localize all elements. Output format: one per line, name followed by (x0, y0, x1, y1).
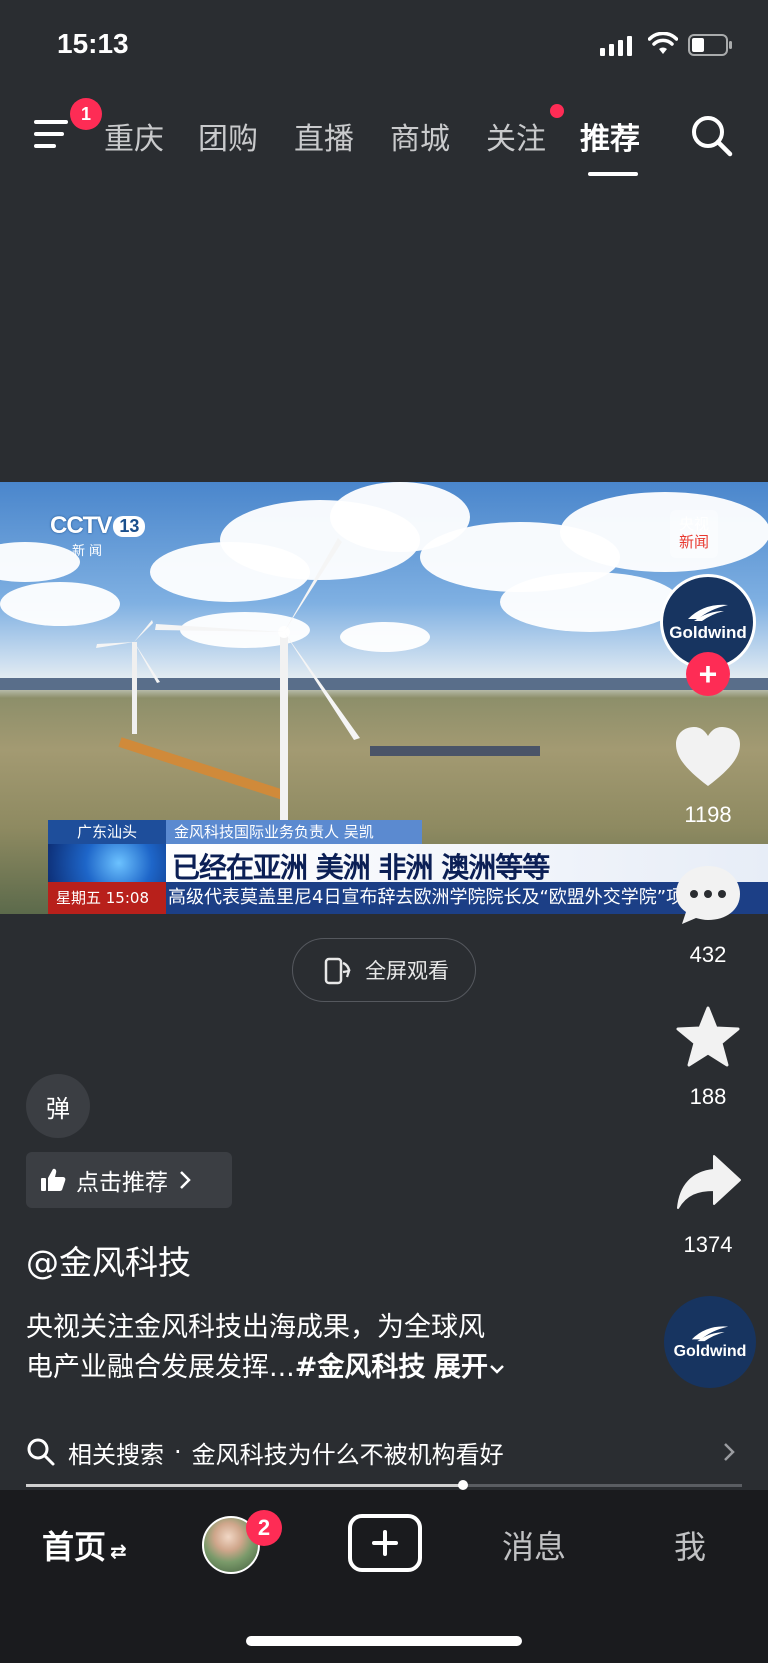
channel-number: 13 (113, 515, 146, 537)
following-dot (550, 104, 564, 118)
create-button[interactable] (348, 1514, 422, 1572)
tab-home-label: 首页 (42, 1528, 107, 1566)
danmu-label: 弹 (46, 1094, 70, 1123)
menu-badge: 1 (70, 98, 102, 130)
video-description[interactable]: 央视关注金风科技出海成果，为全球风 电产业融合发展发挥...#金风科技 展开 (26, 1308, 586, 1388)
switch-arrows-icon: ⇄ (110, 1539, 127, 1563)
news-badge-bottom: 新闻 (678, 533, 709, 551)
tab-messages[interactable]: 消息 (502, 1522, 566, 1568)
expand-link[interactable]: 展开 (434, 1352, 488, 1383)
like-heart-icon[interactable] (674, 726, 742, 788)
related-search-query: 金风科技为什么不被机构看好 (191, 1440, 504, 1469)
favorite-star-icon[interactable] (676, 1006, 740, 1068)
goldwind-logo-icon (688, 604, 728, 621)
channel-logo-text: CCTV (50, 512, 112, 539)
cctv-news-badge: 央视 新闻 (670, 510, 718, 558)
related-search-bar[interactable]: 相关搜索 · 金风科技为什么不被机构看好 (26, 1430, 742, 1474)
plus-icon (372, 1530, 398, 1556)
caption-speaker: 金风科技国际业务负责人 吴凯 (166, 820, 422, 844)
avatar-text: Goldwind (669, 623, 747, 642)
danmu-toggle-button[interactable]: 弹 (26, 1074, 90, 1138)
tab-chongqing[interactable]: 重庆 (104, 114, 164, 158)
description-line-1: 央视关注金风科技出海成果，为全球风 (26, 1312, 485, 1343)
channel-subtitle: 新闻 (72, 544, 107, 559)
friends-badge: 2 (246, 1510, 282, 1546)
wifi-icon (648, 32, 678, 54)
share-arrow-icon[interactable] (676, 1154, 742, 1212)
video-progress-fill (26, 1484, 463, 1487)
video-player[interactable]: CCTV 13 新闻 央视 新闻 广东汕头 金风科技国际业务负责人 吴凯 已经在… (0, 482, 768, 914)
comment-count: 432 (689, 942, 727, 967)
author-name-link[interactable]: @金风科技 (26, 1236, 191, 1284)
tab-home[interactable]: 首页 ⇄ (42, 1522, 127, 1568)
battery-icon (688, 34, 732, 56)
follow-plus-button[interactable]: + (686, 652, 730, 696)
disc-text: Goldwind (673, 1343, 747, 1360)
active-tab-indicator (588, 172, 638, 176)
description-line-2: 电产业融合发展发挥...#金风科技 展开 (26, 1348, 586, 1388)
tab-following[interactable]: 关注 (486, 114, 546, 158)
description-text: 电产业融合发展发挥... (26, 1352, 295, 1383)
share-count: 1374 (683, 1232, 733, 1257)
caption-weekday-time: 星期五 15:08 (48, 882, 166, 914)
tab-live[interactable]: 直播 (294, 114, 354, 158)
fullscreen-button[interactable]: 全屏观看 (292, 938, 476, 1002)
caption-location: 广东汕头 (48, 820, 166, 844)
rotate-screen-icon (324, 957, 351, 985)
cctv-logo: CCTV 13 新闻 (50, 512, 146, 559)
favorite-count: 188 (689, 1084, 727, 1109)
tab-mall[interactable]: 商城 (390, 114, 450, 158)
menu-icon[interactable] (34, 118, 74, 152)
recommend-label: 点击推荐 (76, 1170, 168, 1196)
chevron-right-icon (180, 1171, 191, 1189)
caption-globe-graphic (48, 844, 166, 882)
fullscreen-label: 全屏观看 (365, 959, 449, 983)
news-badge-top: 央视 (678, 515, 709, 533)
search-icon (27, 1438, 55, 1466)
thumbs-up-icon (41, 1168, 66, 1191)
search-icon[interactable] (688, 112, 736, 160)
music-disc-avatar[interactable]: Goldwind (664, 1296, 756, 1388)
tab-recommend[interactable]: 推荐 (580, 114, 640, 158)
cellular-signal-icon (600, 36, 632, 56)
goldwind-logo-icon (691, 1326, 729, 1342)
separator-dot: · (174, 1438, 182, 1466)
chevron-down-icon (490, 1365, 504, 1374)
caption-headline: 已经在亚洲 美洲 非洲 澳洲等等 (172, 851, 550, 884)
hashtag-link[interactable]: #金风科技 (295, 1352, 426, 1383)
tab-me[interactable]: 我 (674, 1522, 706, 1568)
recommend-button[interactable]: 点击推荐 (26, 1152, 232, 1208)
tab-group-buy[interactable]: 团购 (198, 114, 258, 158)
comment-icon[interactable] (674, 864, 742, 926)
video-progress-handle[interactable] (457, 1480, 468, 1490)
related-search-prefix: 相关搜索 (68, 1440, 164, 1469)
status-time: 15:13 (57, 28, 129, 59)
home-indicator (246, 1636, 522, 1646)
chevron-right-icon (724, 1443, 735, 1461)
like-count: 1198 (684, 802, 732, 827)
